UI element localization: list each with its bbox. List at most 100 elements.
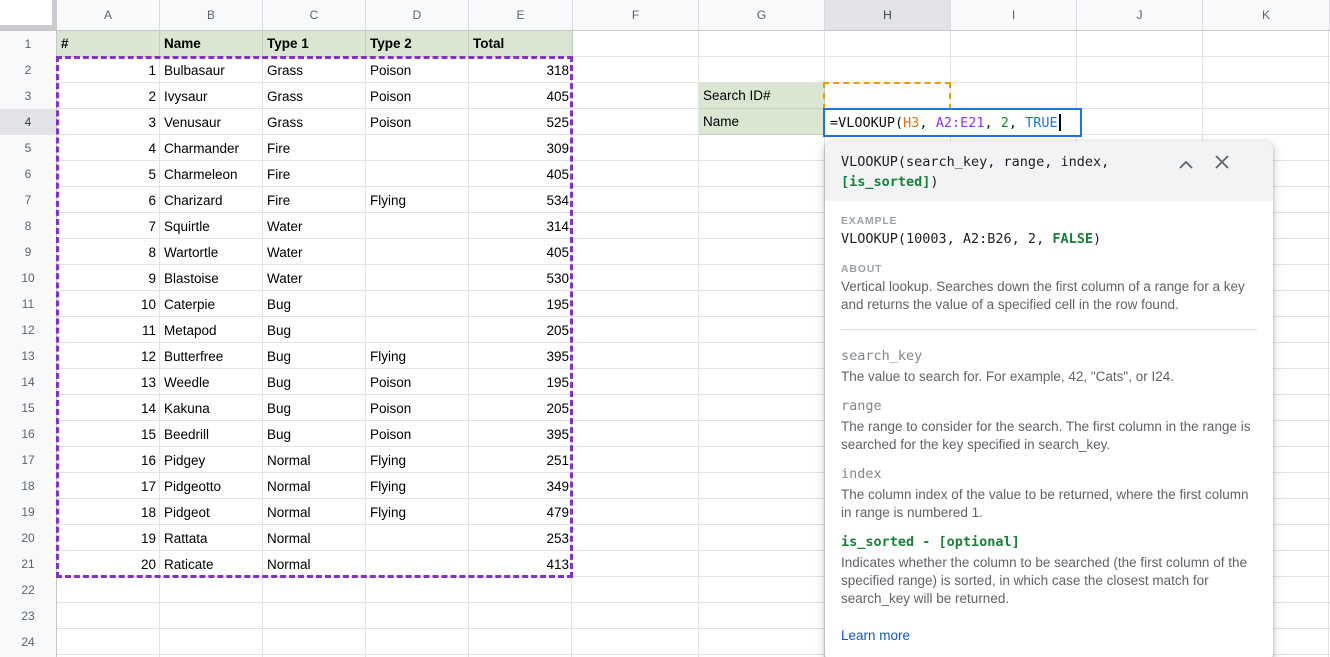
row-header-10[interactable]: 10 xyxy=(0,265,56,291)
cell-E16[interactable]: 395 xyxy=(469,421,573,447)
column-header-C[interactable]: C xyxy=(263,0,366,30)
cell-E8[interactable]: 314 xyxy=(469,213,573,239)
cell-C2[interactable]: Grass xyxy=(263,57,366,83)
cell-E7[interactable]: 534 xyxy=(469,187,573,213)
row-header-7[interactable]: 7 xyxy=(0,187,56,213)
column-header-A[interactable]: A xyxy=(57,0,160,30)
collapse-chevron-icon[interactable] xyxy=(1179,156,1193,174)
cell-D2[interactable]: Poison xyxy=(366,57,469,83)
learn-more-link[interactable]: Learn more xyxy=(841,628,910,643)
cell-E1[interactable]: Total xyxy=(469,31,573,57)
row-header-1[interactable]: 1 xyxy=(0,31,56,57)
cell-A1[interactable]: # xyxy=(57,31,160,57)
cell-D14[interactable]: Poison xyxy=(366,369,469,395)
cell-A21[interactable]: 20 xyxy=(57,551,160,577)
row-header-17[interactable]: 17 xyxy=(0,447,56,473)
row-header-6[interactable]: 6 xyxy=(0,161,56,187)
cell-E21[interactable]: 413 xyxy=(469,551,573,577)
cell-C7[interactable]: Fire xyxy=(263,187,366,213)
cell-E10[interactable]: 530 xyxy=(469,265,573,291)
formula-editor[interactable]: =VLOOKUP(H3, A2:E21, 2, TRUE xyxy=(823,108,1082,137)
cell-A11[interactable]: 10 xyxy=(57,291,160,317)
cell-A16[interactable]: 15 xyxy=(57,421,160,447)
row-header-5[interactable]: 5 xyxy=(0,135,56,161)
column-header-B[interactable]: B xyxy=(160,0,263,30)
cell-C16[interactable]: Bug xyxy=(263,421,366,447)
cell-A15[interactable]: 14 xyxy=(57,395,160,421)
cell-E13[interactable]: 395 xyxy=(469,343,573,369)
column-header-J[interactable]: J xyxy=(1077,0,1203,30)
cell-C17[interactable]: Normal xyxy=(263,447,366,473)
cell-A19[interactable]: 18 xyxy=(57,499,160,525)
cell-D13[interactable]: Flying xyxy=(366,343,469,369)
cell-C6[interactable]: Fire xyxy=(263,161,366,187)
cell-A17[interactable]: 16 xyxy=(57,447,160,473)
cell-B8[interactable]: Squirtle xyxy=(160,213,263,239)
cell-B3[interactable]: Ivysaur xyxy=(160,83,263,109)
cell-E18[interactable]: 349 xyxy=(469,473,573,499)
cell-A7[interactable]: 6 xyxy=(57,187,160,213)
close-icon[interactable] xyxy=(1215,155,1229,174)
row-header-23[interactable]: 23 xyxy=(0,603,56,629)
cell-C12[interactable]: Bug xyxy=(263,317,366,343)
row-header-2[interactable]: 2 xyxy=(0,57,56,83)
cell-C9[interactable]: Water xyxy=(263,239,366,265)
row-header-21[interactable]: 21 xyxy=(0,551,56,577)
row-header-3[interactable]: 3 xyxy=(0,83,56,109)
cell-E20[interactable]: 253 xyxy=(469,525,573,551)
row-header-9[interactable]: 9 xyxy=(0,239,56,265)
cell-A2[interactable]: 1 xyxy=(57,57,160,83)
column-header-K[interactable]: K xyxy=(1203,0,1330,30)
row-header-22[interactable]: 22 xyxy=(0,577,56,603)
cell-A4[interactable]: 3 xyxy=(57,109,160,135)
cell-E3[interactable]: 405 xyxy=(469,83,573,109)
cell-C19[interactable]: Normal xyxy=(263,499,366,525)
cell-B15[interactable]: Kakuna xyxy=(160,395,263,421)
cell-A13[interactable]: 12 xyxy=(57,343,160,369)
column-header-E[interactable]: E xyxy=(469,0,573,30)
cell-C5[interactable]: Fire xyxy=(263,135,366,161)
cell-A6[interactable]: 5 xyxy=(57,161,160,187)
cell-C1[interactable]: Type 1 xyxy=(263,31,366,57)
cell-D19[interactable]: Flying xyxy=(366,499,469,525)
cell-E17[interactable]: 251 xyxy=(469,447,573,473)
cell-B13[interactable]: Butterfree xyxy=(160,343,263,369)
column-header-I[interactable]: I xyxy=(951,0,1077,30)
row-header-19[interactable]: 19 xyxy=(0,499,56,525)
column-header-G[interactable]: G xyxy=(699,0,825,30)
cell-B10[interactable]: Blastoise xyxy=(160,265,263,291)
cell-B5[interactable]: Charmander xyxy=(160,135,263,161)
cell-C11[interactable]: Bug xyxy=(263,291,366,317)
cell-C8[interactable]: Water xyxy=(263,213,366,239)
cell-C14[interactable]: Bug xyxy=(263,369,366,395)
cell-A3[interactable]: 2 xyxy=(57,83,160,109)
row-header-20[interactable]: 20 xyxy=(0,525,56,551)
row-header-24[interactable]: 24 xyxy=(0,629,56,655)
cell-E2[interactable]: 318 xyxy=(469,57,573,83)
cell-A8[interactable]: 7 xyxy=(57,213,160,239)
column-header-H[interactable]: H xyxy=(825,0,951,30)
cell-B18[interactable]: Pidgeotto xyxy=(160,473,263,499)
select-all-corner[interactable] xyxy=(0,0,57,31)
column-header-F[interactable]: F xyxy=(573,0,699,30)
cell-E4[interactable]: 525 xyxy=(469,109,573,135)
row-header-4[interactable]: 4 xyxy=(0,109,56,135)
column-header-D[interactable]: D xyxy=(366,0,469,30)
row-header-8[interactable]: 8 xyxy=(0,213,56,239)
cell-C13[interactable]: Bug xyxy=(263,343,366,369)
cell-A10[interactable]: 9 xyxy=(57,265,160,291)
row-header-15[interactable]: 15 xyxy=(0,395,56,421)
cell-D17[interactable]: Flying xyxy=(366,447,469,473)
cell-B9[interactable]: Wartortle xyxy=(160,239,263,265)
cell-D4[interactable]: Poison xyxy=(366,109,469,135)
row-header-11[interactable]: 11 xyxy=(0,291,56,317)
cell-C20[interactable]: Normal xyxy=(263,525,366,551)
cell-B14[interactable]: Weedle xyxy=(160,369,263,395)
cell-B20[interactable]: Rattata xyxy=(160,525,263,551)
cell-B19[interactable]: Pidgeot xyxy=(160,499,263,525)
cell-D7[interactable]: Flying xyxy=(366,187,469,213)
row-header-14[interactable]: 14 xyxy=(0,369,56,395)
cell-D1[interactable]: Type 2 xyxy=(366,31,469,57)
cell-A20[interactable]: 19 xyxy=(57,525,160,551)
cell-B1[interactable]: Name xyxy=(160,31,263,57)
